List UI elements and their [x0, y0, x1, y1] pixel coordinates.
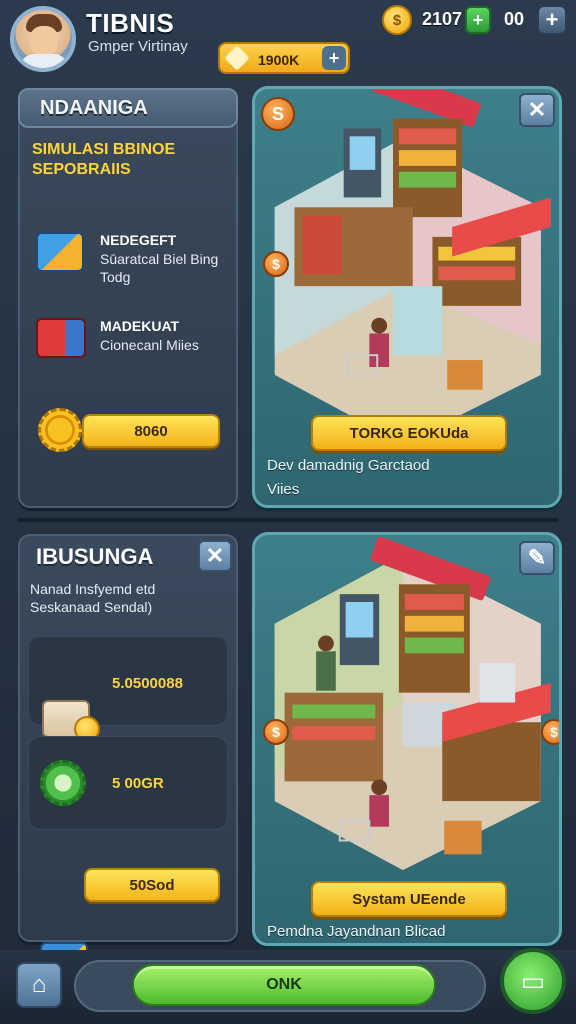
- gem-count: 00: [504, 9, 525, 29]
- close-icon[interactable]: ✕: [519, 93, 555, 127]
- player-subtitle: Gmper Virtinay: [88, 38, 188, 55]
- edit-icon[interactable]: ✎: [519, 541, 555, 575]
- store-card-top[interactable]: S ✕ $ TORKG EOKUda Dev damadnig Garctaod…: [252, 86, 562, 508]
- coin-marker-icon: $: [263, 251, 289, 277]
- store-action-button[interactable]: Systam UEende: [311, 881, 507, 917]
- coin-marker-icon: $: [263, 719, 289, 745]
- store-caption-2: Viies: [267, 481, 300, 498]
- panel-heading: IBUSUNGA: [36, 544, 154, 569]
- store-card-bottom[interactable]: ✎ $ $ Systam UEende Pemdna Jayandnan Bli…: [252, 532, 562, 946]
- box-coin-icon: [42, 700, 100, 742]
- cash-icon: [224, 45, 250, 71]
- store-caption: Dev damadnig Garctaod: [267, 457, 430, 474]
- panel-desc: Nanad Insfyemd etd: [30, 581, 156, 597]
- chat-icon[interactable]: ▭: [500, 948, 566, 1014]
- item-desc: Cionecanl Miies: [100, 337, 199, 353]
- upgrade-value: 5 00GR: [112, 775, 164, 792]
- panel-desc-2: Seskanaad Sendal): [30, 599, 153, 615]
- item-title: MADEKUAT: [100, 318, 180, 334]
- cash-amount: 1900K: [258, 52, 300, 68]
- store-action-button[interactable]: TORKG EOKUda: [311, 415, 507, 451]
- panel-heading: NDAANIGA: [18, 88, 238, 128]
- item-title: NEDEGEFT: [100, 232, 177, 248]
- cash-display: 1900K +: [218, 42, 350, 74]
- avatar-face: [30, 26, 58, 56]
- upgrade-value: 5.0500088: [112, 675, 183, 692]
- item-desc-2: Todg: [100, 269, 131, 285]
- truck-icon: [36, 318, 86, 358]
- home-icon[interactable]: ⌂: [16, 962, 62, 1008]
- player-name: TIBNIS: [86, 8, 175, 38]
- add-currency-button[interactable]: +: [537, 5, 567, 35]
- store-badge-button[interactable]: S: [261, 97, 295, 131]
- section-divider: [18, 518, 558, 522]
- value-bar: 8060: [82, 414, 220, 448]
- cube-icon: [36, 232, 84, 272]
- player-avatar[interactable]: [10, 6, 76, 72]
- store-caption: Pemdna Jayandnan Blicad: [267, 923, 446, 940]
- add-gem-button[interactable]: +: [465, 6, 491, 34]
- coin-count: 2107: [422, 9, 463, 29]
- coin-icon: $: [382, 5, 412, 35]
- item-desc: Sūaratcal Biel Bing: [100, 251, 219, 267]
- section-label: SIMULASI BBINOE: [32, 141, 176, 158]
- close-icon[interactable]: ✕: [198, 540, 232, 572]
- section-label-2: SEPOBRAIIS: [32, 161, 131, 178]
- value-bar: 50Sod: [84, 868, 220, 902]
- ok-button[interactable]: ONK: [132, 964, 436, 1006]
- coin-marker-icon: $: [541, 719, 559, 745]
- gear-icon: [38, 408, 82, 452]
- add-cash-button[interactable]: +: [322, 46, 346, 70]
- leaf-gear-icon: [40, 760, 86, 806]
